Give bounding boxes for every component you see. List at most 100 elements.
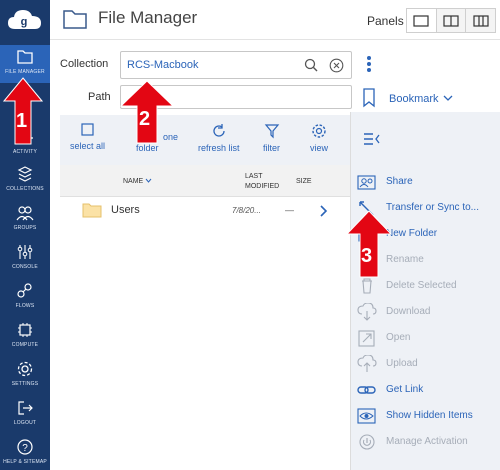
file-name: Users [111,204,140,216]
delete-selected-action[interactable]: Delete Selected [351,276,500,296]
chevron-down-icon[interactable] [443,94,453,102]
up-one-folder-label: folder [136,143,159,153]
power-icon [359,434,375,450]
collections-icon [17,166,33,182]
panels-toggle [406,8,496,33]
collection-value: RCS-Macbook [127,59,199,71]
groups-icon [16,206,34,221]
open-action[interactable]: Open [351,328,500,348]
search-icon[interactable] [304,58,318,72]
chevron-down-icon [145,178,152,183]
sidebar-item-label: HELP & SITEMAP [3,459,47,465]
action-label: Upload [386,358,418,369]
upload-action[interactable]: Upload [351,354,500,374]
action-label: New Folder [386,228,438,239]
column-name-label: NAME [123,178,144,185]
open-icon [358,330,375,347]
refresh-list-button[interactable]: refresh list [198,123,240,153]
get-link-action[interactable]: Get Link [351,380,500,400]
sidebar-item-label: ACTIVITY [12,149,38,155]
select-all-label: select all [70,141,106,151]
sidebar-item-label: GROUPS [13,225,37,231]
action-label: Open [386,332,411,343]
gear-icon [312,124,326,138]
collection-input[interactable]: RCS-Macbook [120,51,352,79]
collapse-panel-icon[interactable] [363,132,381,146]
page-title: File Manager [98,8,198,27]
page-header: File Manager Panels [50,0,500,40]
file-size: — [285,205,294,215]
split-panel-icon [473,14,489,27]
table-row[interactable]: Users 7/8/20... — [60,197,350,225]
sidebar-item-console[interactable]: CONSOLE [0,240,50,278]
sidebar-item-collections[interactable]: COLLECTIONS [0,162,50,200]
svg-text:g: g [21,16,28,28]
help-icon: ? [17,439,33,455]
select-all-button[interactable]: select all [70,123,105,151]
bookmark-dropdown[interactable]: Bookmark [389,93,439,105]
compute-icon [18,323,32,337]
sidebar-item-label: COMPUTE [11,342,39,348]
settings-icon [17,361,33,377]
sidebar-item-settings[interactable]: SETTINGS [0,357,50,395]
svg-text:?: ? [22,443,28,454]
sidebar-item-label: FLOWS [15,303,35,309]
action-label: Show Hidden Items [386,410,473,421]
action-label: Manage Activation [386,436,468,447]
dual-panel-icon [443,14,459,27]
column-name-header[interactable]: NAME [123,178,152,185]
delete-icon [362,278,372,294]
action-label: Get Link [386,384,424,395]
path-label: Path [88,91,111,103]
chevron-right-icon[interactable] [320,205,328,217]
file-list-header: NAME LAST MODIFIED SIZE [60,165,350,197]
checkbox-icon [80,123,94,136]
file-toolbar: select all one folder refresh list filte… [60,115,350,165]
column-size-header[interactable]: SIZE [296,178,312,185]
sidebar-item-help[interactable]: ? HELP & SITEMAP [0,435,50,470]
download-action[interactable]: Download [351,302,500,322]
download-icon [357,303,377,321]
panels-label: Panels [367,14,404,28]
sidebar-item-flows[interactable]: FLOWS [0,279,50,317]
sidebar-item-logout[interactable]: LOGOUT [0,396,50,434]
column-modified-header[interactable]: LAST MODIFIED [245,172,279,192]
annotation-label-2: 2 [139,108,151,130]
sidebar-item-groups[interactable]: GROUPS [0,201,50,239]
folder-icon [82,203,102,218]
column-modified-label-1: LAST [245,173,263,180]
view-button[interactable]: view [310,123,328,153]
refresh-list-label: refresh list [198,143,240,153]
sidebar-item-compute[interactable]: COMPUTE [0,318,50,356]
share-action[interactable]: Share [351,172,500,192]
collection-label: Collection [60,58,109,70]
sidebar-item-label: COLLECTIONS [6,186,44,192]
flows-icon [17,283,32,298]
sidebar-item-label: LOGOUT [13,420,37,426]
eye-icon [357,408,376,424]
folder-icon [63,10,87,29]
link-icon [357,386,376,394]
action-label: Transfer or Sync to... [386,202,479,213]
sidebar-item-label: CONSOLE [12,264,38,270]
show-hidden-items-action[interactable]: Show Hidden Items [351,406,500,426]
action-label: Download [386,306,431,317]
split-panel-button[interactable] [466,9,496,32]
single-panel-button[interactable] [407,9,437,32]
globus-logo[interactable]: g [5,5,45,35]
upload-icon [357,355,377,372]
manage-activation-action[interactable]: Manage Activation [351,432,500,452]
logout-icon [18,401,33,415]
share-icon [357,175,376,190]
sidebar-item-label: FILE MANAGER [5,69,45,75]
filter-label: filter [263,143,281,153]
more-options-icon[interactable] [366,55,372,75]
clear-icon[interactable] [329,58,344,73]
view-label: view [310,143,329,153]
dual-panel-button[interactable] [436,9,467,32]
filter-button[interactable]: filter [263,123,280,153]
bookmark-icon[interactable] [362,88,376,108]
refresh-icon [213,124,225,137]
left-navigation: g FILE MANAGER ACTIVITY COLLECTIONS GROU… [0,0,50,470]
column-modified-label-2: MODIFIED [245,183,280,190]
